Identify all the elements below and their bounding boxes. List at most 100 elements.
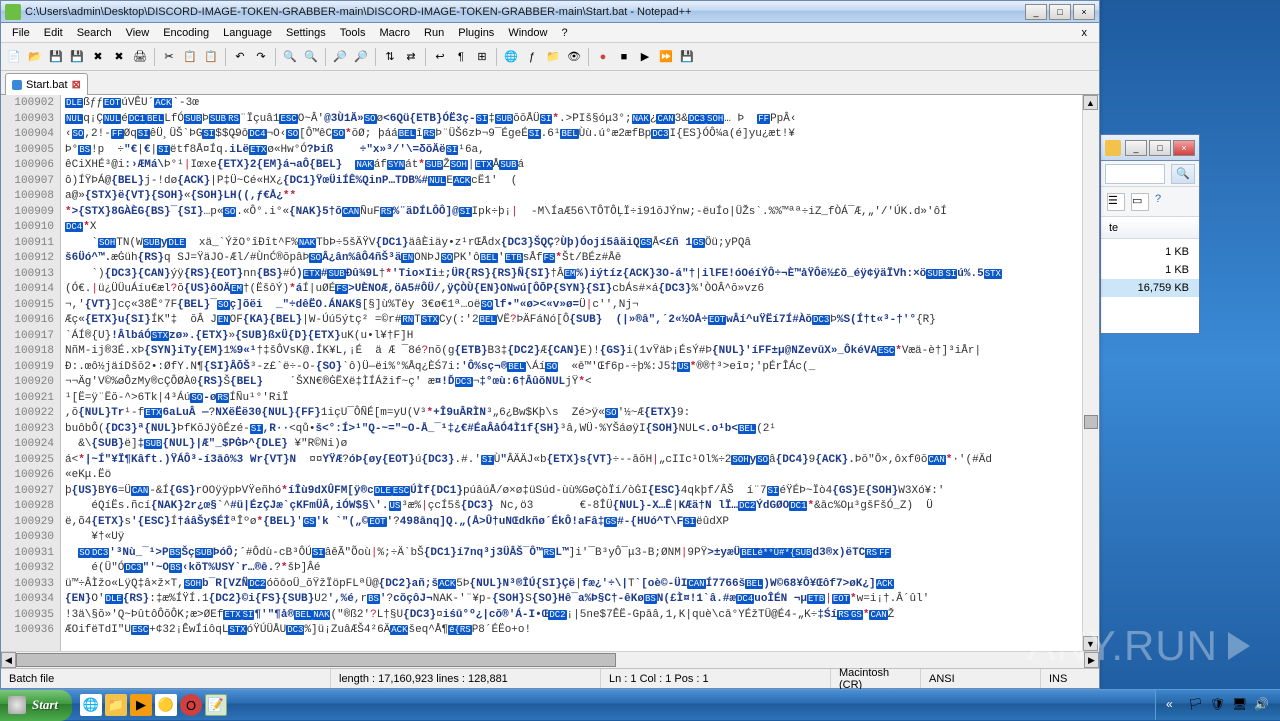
scroll-up-icon[interactable]: ▲ (1083, 95, 1098, 110)
list-item[interactable]: 1 KB (1101, 261, 1199, 279)
chrome-icon[interactable]: 🟡 (155, 694, 177, 716)
toolbar: 📄 📂 💾 💾 ✖ ✖ 🖨 ✂ 📋 📋 ↶ ↷ 🔍 🔍 🔎 🔎 ⇅ ⇄ ↩ ¶ … (1, 43, 1099, 71)
menu-file[interactable]: File (5, 25, 37, 41)
scroll-right-icon[interactable]: ▶ (1084, 652, 1099, 668)
scroll-down-icon[interactable]: ▼ (1083, 636, 1098, 651)
func-list-icon[interactable]: ƒ (523, 48, 541, 66)
menu-plugins[interactable]: Plugins (451, 25, 501, 41)
explorer-column[interactable]: te (1109, 222, 1118, 234)
scroll-thumb-h[interactable] (16, 653, 616, 667)
open-file-icon[interactable]: 📂 (26, 48, 44, 66)
menu-run[interactable]: Run (417, 25, 451, 41)
sync-v-icon[interactable]: ⇅ (381, 48, 399, 66)
start-button[interactable]: Start (0, 690, 72, 721)
status-length: length : 17,160,923 lines : 128,881 (331, 669, 601, 688)
monitor-icon[interactable]: 👁 (565, 48, 583, 66)
wrap-icon[interactable]: ↩ (431, 48, 449, 66)
tabbar: Start.bat ⊠ (1, 71, 1099, 95)
maximize-button[interactable]: □ (1049, 4, 1071, 20)
status-mode: INS (1041, 669, 1099, 688)
menu-tools[interactable]: Tools (333, 25, 373, 41)
menu-language[interactable]: Language (216, 25, 279, 41)
zoom-in-icon[interactable]: 🔎 (331, 48, 349, 66)
save-all-icon[interactable]: 💾 (68, 48, 86, 66)
taskbar: Start 🌐 📁 ▶ 🟡 O 📝 « 🏳 🛡 🖥 🔊 (0, 689, 1280, 720)
window-title: C:\Users\admin\Desktop\DISCORD-IMAGE-TOK… (25, 6, 1025, 18)
close-button[interactable]: × (1173, 140, 1195, 156)
record-icon[interactable]: ● (594, 48, 612, 66)
titlebar[interactable]: C:\Users\admin\Desktop\DISCORD-IMAGE-TOK… (1, 1, 1099, 23)
ie-icon[interactable]: 🌐 (80, 694, 102, 716)
app-icon (5, 4, 21, 20)
folder-icon[interactable]: 📁 (544, 48, 562, 66)
opera-icon[interactable]: O (180, 694, 202, 716)
menu-help[interactable]: ? (554, 25, 574, 41)
replace-icon[interactable]: 🔍 (302, 48, 320, 66)
zoom-out-icon[interactable]: 🔎 (352, 48, 370, 66)
notepadpp-icon[interactable]: 📝 (205, 694, 227, 716)
new-file-icon[interactable]: 📄 (5, 48, 23, 66)
undo-icon[interactable]: ↶ (231, 48, 249, 66)
tray-sound-icon[interactable]: 🔊 (1254, 697, 1270, 713)
tray-flag-icon[interactable]: 🏳 (1188, 697, 1204, 713)
close-button[interactable]: × (1073, 4, 1095, 20)
stop-icon[interactable]: ■ (615, 48, 633, 66)
explorer-preview-icon[interactable]: ▭ (1131, 193, 1149, 211)
find-icon[interactable]: 🔍 (281, 48, 299, 66)
tab-label: Start.bat (26, 79, 68, 91)
explorer-address[interactable] (1105, 164, 1165, 184)
maximize-button[interactable]: □ (1149, 140, 1171, 156)
tab-startbat[interactable]: Start.bat ⊠ (5, 73, 88, 95)
statusbar: Batch file length : 17,160,923 lines : 1… (1, 668, 1099, 688)
print-icon[interactable]: 🖨 (131, 48, 149, 66)
menu-settings[interactable]: Settings (279, 25, 333, 41)
folder-icon (1105, 140, 1121, 156)
save-icon[interactable]: 💾 (47, 48, 65, 66)
menu-view[interactable]: View (119, 25, 157, 41)
media-icon[interactable]: ▶ (130, 694, 152, 716)
explorer-icon[interactable]: 📁 (105, 694, 127, 716)
copy-icon[interactable]: 📋 (181, 48, 199, 66)
cut-icon[interactable]: ✂ (160, 48, 178, 66)
paste-icon[interactable]: 📋 (202, 48, 220, 66)
windows-logo-icon (8, 696, 26, 714)
list-item[interactable]: 16,759 KB (1101, 279, 1199, 297)
play-multi-icon[interactable]: ⏩ (657, 48, 675, 66)
explorer-help-icon[interactable]: ? (1155, 193, 1173, 211)
explorer-window[interactable]: KEN-GRAB... _ □ × 🔍 ☰ ▭ ? te 1 KB 1 KB 1… (1100, 134, 1200, 334)
indent-guide-icon[interactable]: ⊞ (473, 48, 491, 66)
status-encoding: ANSI (921, 669, 1041, 688)
tray-chevron-icon[interactable]: « (1166, 697, 1182, 713)
save-macro-icon[interactable]: 💾 (678, 48, 696, 66)
notepad-plus-plus-window[interactable]: C:\Users\admin\Desktop\DISCORD-IMAGE-TOK… (0, 0, 1100, 689)
menu-macro[interactable]: Macro (372, 25, 417, 41)
scroll-thumb[interactable] (1084, 415, 1098, 429)
tray-network-icon[interactable]: 🖥 (1232, 697, 1248, 713)
menu-search[interactable]: Search (70, 25, 119, 41)
minimize-button[interactable]: _ (1025, 4, 1047, 20)
menu-encoding[interactable]: Encoding (156, 25, 216, 41)
vertical-scrollbar[interactable]: ▲ ▼ (1082, 95, 1099, 651)
code-area[interactable]: DLEßƒƒEOTúVÊU´ACK`-3œNULq¡ÇNULéDC1BELLfÓ… (61, 95, 1082, 651)
play-icon (1228, 632, 1250, 660)
lang-icon[interactable]: 🌐 (502, 48, 520, 66)
editor: 1009021009031009041009051009061009071009… (1, 95, 1099, 651)
secondary-close-button[interactable]: x (1075, 25, 1096, 41)
sync-h-icon[interactable]: ⇄ (402, 48, 420, 66)
play-icon[interactable]: ▶ (636, 48, 654, 66)
show-all-icon[interactable]: ¶ (452, 48, 470, 66)
tray-shield-icon[interactable]: 🛡 (1210, 697, 1226, 713)
scroll-left-icon[interactable]: ◀ (1, 652, 16, 668)
list-item[interactable]: 1 KB (1101, 243, 1199, 261)
minimize-button[interactable]: _ (1125, 140, 1147, 156)
horizontal-scrollbar[interactable]: ◀ ▶ (1, 651, 1099, 668)
menu-window[interactable]: Window (501, 25, 554, 41)
tab-close-icon[interactable]: ⊠ (72, 78, 81, 91)
explorer-views-icon[interactable]: ☰ (1107, 193, 1125, 211)
menu-edit[interactable]: Edit (37, 25, 70, 41)
redo-icon[interactable]: ↷ (252, 48, 270, 66)
close-all-icon[interactable]: ✖ (110, 48, 128, 66)
explorer-search[interactable]: 🔍 (1171, 164, 1195, 184)
file-icon (12, 80, 22, 90)
close-file-icon[interactable]: ✖ (89, 48, 107, 66)
